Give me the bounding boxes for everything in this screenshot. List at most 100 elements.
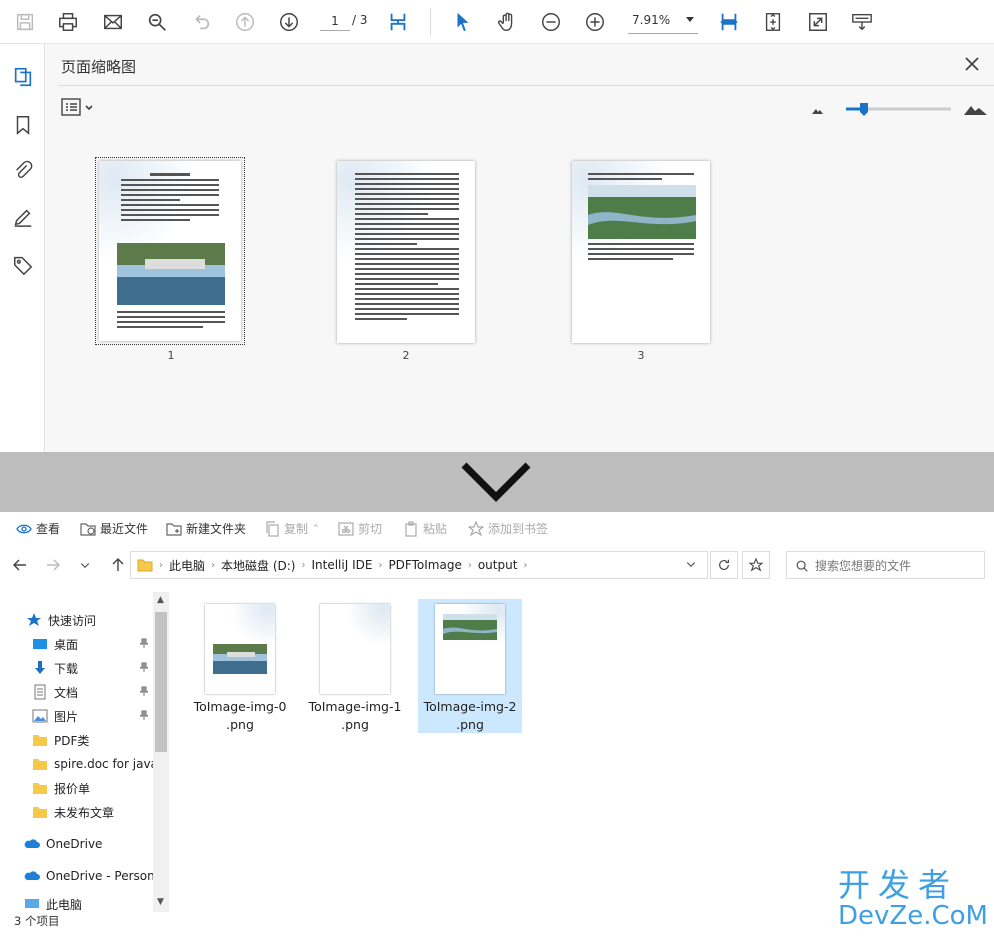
star-add-icon (468, 520, 484, 536)
page-thumbnail-1[interactable] (95, 157, 245, 345)
address-bar[interactable]: › 此电脑 › 本地磁盘 (D:) › IntelliJ IDE › PDFToIma… (130, 551, 708, 579)
file-item-2[interactable]: ToImage-img-2 .png (418, 599, 522, 733)
scroll-down-icon[interactable]: ▼ (157, 897, 164, 907)
up-arrow-icon[interactable] (108, 555, 128, 575)
file-name-line2: .png (226, 717, 254, 732)
pin-icon (139, 710, 149, 720)
file-name-line1: ToImage-img-2 (423, 699, 517, 714)
page-number-input[interactable] (320, 11, 350, 31)
file-item-0[interactable]: ToImage-img-0 .png (188, 599, 292, 733)
zoom-value: 7.91% (632, 13, 671, 27)
undo-icon[interactable] (188, 9, 214, 35)
nav-this-pc[interactable]: 此电脑 (24, 896, 154, 910)
download-icon (35, 661, 45, 674)
thumbnail-options-button[interactable] (61, 97, 97, 119)
nav-this-pc-label: 此电脑 (46, 898, 83, 910)
folder-icon (33, 735, 47, 746)
scrollbar-thumb[interactable] (155, 612, 167, 752)
favorite-star-icon[interactable] (742, 551, 770, 579)
page-thumbnail-3[interactable] (572, 161, 710, 343)
mail-icon[interactable] (100, 9, 126, 35)
breadcrumb-separator: › (523, 559, 528, 571)
fullscreen-icon[interactable] (805, 9, 831, 35)
fit-page-icon[interactable] (385, 9, 411, 35)
search-icon (795, 559, 809, 576)
cloud-icon (24, 839, 40, 848)
rotate-icon[interactable] (760, 9, 786, 35)
thumbnails-panel: 页面缩略图 1 2 3 (46, 44, 994, 452)
page-thumbnail-2[interactable] (337, 161, 475, 343)
copy-button[interactable]: 复制 ⌃ (264, 520, 320, 537)
page-up-icon[interactable] (232, 9, 258, 35)
breadcrumb-output[interactable]: output (472, 558, 524, 572)
pin-icon (139, 686, 149, 696)
recent-locations-icon[interactable] (75, 555, 95, 575)
page-thumbnails-icon[interactable] (10, 64, 36, 90)
nav-item-label: 下载 (54, 661, 79, 676)
file-thumbnail-icon (320, 604, 390, 694)
breadcrumb-intellij[interactable]: IntelliJ IDE (305, 558, 378, 572)
thumbnail-size-slider[interactable] (796, 100, 990, 120)
bookmark-icon[interactable] (10, 112, 36, 138)
hand-tool-icon[interactable] (494, 9, 520, 35)
recent-folder-icon (80, 522, 96, 536)
file-thumbnail-icon (435, 604, 505, 694)
reader-side-rail (0, 44, 45, 452)
nav-onedrive[interactable]: OneDrive (24, 833, 154, 855)
new-folder-button[interactable]: 新建文件夹 (166, 520, 246, 537)
recent-files-button[interactable]: 最近文件 (80, 520, 148, 537)
search-box[interactable]: 搜索您想要的文件 (786, 551, 985, 579)
view-button[interactable]: 查看 (16, 520, 60, 537)
recent-files-label: 最近文件 (100, 522, 149, 536)
nav-onedrive-label: OneDrive (46, 837, 103, 851)
nav-item-label: 图片 (54, 709, 79, 724)
zoom-select[interactable]: 7.91% (628, 10, 698, 34)
add-bookmark-button[interactable]: 添加到书签 (468, 520, 548, 537)
nav-item-spire[interactable]: spire.doc for java (32, 753, 154, 775)
forward-arrow-icon[interactable] (43, 555, 63, 575)
nav-quick-access-label: 快速访问 (48, 613, 97, 628)
file-name-line1: ToImage-img-0 (193, 699, 287, 714)
page-down-icon[interactable] (276, 9, 302, 35)
keyboard-icon[interactable] (849, 9, 875, 35)
select-cursor-icon[interactable] (450, 9, 476, 35)
save-icon[interactable] (12, 9, 38, 35)
computer-icon (25, 899, 39, 908)
view-label: 查看 (36, 522, 61, 536)
breadcrumb-this-pc[interactable]: 此电脑 (163, 557, 211, 574)
nav-item-label: 报价单 (54, 781, 91, 796)
signature-icon[interactable] (10, 204, 36, 230)
breadcrumb-pdftoimage[interactable]: PDFToImage (382, 558, 467, 572)
nav-onedrive-personal[interactable]: OneDrive - Personal (24, 865, 154, 887)
nav-scrollbar[interactable]: ▲ ▼ (153, 592, 169, 912)
breadcrumb-local-disk[interactable]: 本地磁盘 (D:) (215, 557, 301, 574)
attachment-icon[interactable] (10, 158, 36, 184)
thumbnail-label-3: 3 (637, 349, 645, 362)
eye-icon (16, 524, 32, 533)
folder-icon (33, 807, 47, 818)
desktop-icon (33, 639, 47, 649)
refresh-icon[interactable] (710, 551, 738, 579)
thumbnail-label-2: 2 (402, 349, 410, 362)
paste-button[interactable]: 粘贴 (403, 520, 447, 537)
paste-label: 粘贴 (423, 522, 448, 536)
cut-label: 剪切 (358, 522, 383, 536)
tag-icon[interactable] (10, 252, 36, 278)
close-icon[interactable] (962, 54, 982, 74)
scroll-up-icon[interactable]: ▲ (157, 595, 164, 605)
scroll-mode-icon[interactable] (716, 9, 742, 35)
chevron-down-icon (686, 17, 694, 22)
back-arrow-icon[interactable] (10, 555, 30, 575)
nav-item-label: spire.doc for java (54, 757, 154, 771)
cut-button[interactable]: 剪切 (338, 520, 382, 537)
address-dropdown-icon[interactable] (685, 558, 697, 573)
search-icon[interactable] (144, 9, 170, 35)
zoom-out-icon[interactable] (538, 9, 564, 35)
page-total: / 3 (352, 13, 368, 27)
panel-divider (58, 85, 994, 86)
zoom-in-icon[interactable] (582, 9, 608, 35)
file-item-1[interactable]: ToImage-img-1 .png (303, 599, 407, 733)
folder-icon (137, 559, 153, 572)
print-icon[interactable] (55, 9, 81, 35)
chevron-up-icon: ⌃ (312, 523, 320, 534)
